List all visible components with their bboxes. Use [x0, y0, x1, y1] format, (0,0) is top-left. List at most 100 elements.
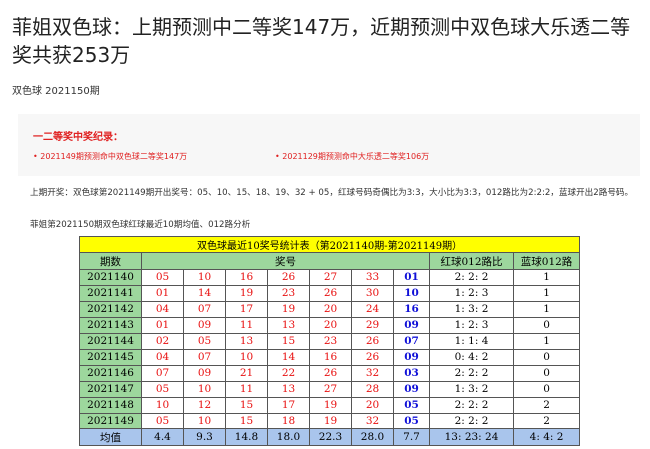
period-cell: 2021149 [79, 412, 142, 430]
red-ball-cell: 05 [183, 332, 226, 350]
red-ball-cell: 11 [225, 316, 268, 334]
blue-ball-cell: 05 [393, 412, 430, 430]
red-ball-cell: 14 [267, 348, 310, 366]
red-ball-cell: 10 [141, 396, 184, 414]
red-ratio-cell: 0: 4: 2 [429, 348, 514, 366]
red-ratio-cell: 1: 3: 2 [429, 380, 514, 398]
red-ball-cell: 20 [309, 300, 352, 318]
header-blue-route: 蓝球012路 [512, 252, 581, 270]
red-ball-cell: 13 [225, 332, 268, 350]
average-red-cell: 18.0 [267, 428, 310, 446]
red-ball-cell: 28 [351, 380, 394, 398]
red-ball-cell: 01 [141, 316, 184, 334]
red-ball-cell: 22 [267, 364, 310, 382]
article-subtitle: 双色球 2021150期 [12, 86, 100, 97]
blue-route-cell: 2 [512, 412, 581, 430]
red-ratio-cell: 1: 2: 3 [429, 284, 514, 302]
winning-record-item[interactable]: • 2021149期预测命中双色球二等奖147万 [33, 151, 187, 162]
red-ball-cell: 04 [141, 348, 184, 366]
red-ball-cell: 09 [183, 316, 226, 334]
period-cell: 2021147 [79, 380, 142, 398]
red-ball-cell: 26 [267, 268, 310, 286]
period-cell: 2021148 [79, 396, 142, 414]
red-ball-cell: 02 [141, 332, 184, 350]
winning-record-item[interactable]: • 2021129期预测命中大乐透二等奖106万 [275, 151, 429, 162]
red-ball-cell: 11 [225, 380, 268, 398]
red-ratio-cell: 2: 2: 2 [429, 268, 514, 286]
red-ratio-cell: 1: 3: 2 [429, 300, 514, 318]
table-row: 2021148 10 12 15 17 19 20 05 2: 2: 22 [79, 396, 581, 414]
red-ball-cell: 19 [309, 396, 352, 414]
table-row: 2021144 02 05 13 15 23 26 07 1: 1: 41 [79, 332, 581, 350]
red-ball-cell: 10 [183, 412, 226, 430]
blue-ball-cell: 07 [393, 332, 430, 350]
red-ball-cell: 32 [351, 412, 394, 430]
average-ratio-cell: 13: 23: 24 [429, 428, 514, 446]
red-ball-cell: 10 [183, 380, 226, 398]
blue-route-cell: 1 [512, 332, 581, 350]
red-ball-cell: 07 [183, 348, 226, 366]
blue-ball-cell: 16 [393, 300, 430, 318]
period-cell: 2021144 [79, 332, 142, 350]
blue-route-cell: 2 [512, 396, 581, 414]
average-red-cell: 14.8 [225, 428, 268, 446]
blue-route-cell: 0 [512, 380, 581, 398]
average-red-cell: 4.4 [141, 428, 184, 446]
red-ball-cell: 16 [225, 268, 268, 286]
red-ball-cell: 26 [309, 364, 352, 382]
article-title: 菲姐双色球：上期预测中二等奖147万，近期预测中双色球大乐透二等奖共获253万 [12, 15, 631, 67]
red-ratio-cell: 1: 1: 4 [429, 332, 514, 350]
red-ball-cell: 18 [267, 412, 310, 430]
red-ball-cell: 26 [351, 348, 394, 366]
red-ball-cell: 33 [351, 268, 394, 286]
red-ball-cell: 05 [141, 380, 184, 398]
red-ball-cell: 10 [183, 268, 226, 286]
table-row: 2021141 01 14 19 23 26 30 10 1: 2: 31 [79, 284, 581, 302]
red-ratio-cell: 2: 2: 2 [429, 396, 514, 414]
blue-ball-cell: 09 [393, 380, 430, 398]
red-ball-cell: 20 [351, 396, 394, 414]
red-ball-cell: 26 [351, 332, 394, 350]
red-ball-cell: 15 [225, 412, 268, 430]
average-red-cell: 9.3 [183, 428, 226, 446]
red-ball-cell: 07 [141, 364, 184, 382]
analysis-intro-paragraph: 菲姐第2021150期双色球红球最近10期均值、012路分析 [30, 220, 251, 230]
average-blue-cell: 7.7 [393, 428, 430, 446]
table-row: 2021140 05 10 16 26 27 33 01 2: 2: 21 [79, 268, 581, 286]
red-ratio-cell: 2: 2: 2 [429, 412, 514, 430]
period-cell: 2021140 [79, 268, 142, 286]
blue-ball-cell: 09 [393, 316, 430, 334]
red-ball-cell: 04 [141, 300, 184, 318]
red-ball-cell: 24 [351, 300, 394, 318]
table-row: 2021147 05 10 11 13 27 28 09 1: 3: 20 [79, 380, 581, 398]
red-ball-cell: 30 [351, 284, 394, 302]
table-row: 2021142 04 07 17 19 20 24 16 1: 3: 21 [79, 300, 581, 318]
table-row: 2021143 01 09 11 13 20 29 09 1: 2: 30 [79, 316, 581, 334]
header-period: 期数 [79, 252, 142, 270]
blue-ball-cell: 05 [393, 396, 430, 414]
average-red-cell: 28.0 [351, 428, 394, 446]
red-ball-cell: 05 [141, 412, 184, 430]
average-red-cell: 22.3 [309, 428, 352, 446]
red-ball-cell: 32 [351, 364, 394, 382]
average-label: 均值 [79, 428, 142, 446]
last-draw-paragraph: 上期开奖：双色球第2021149期开出奖号：05、10、15、18、19、32 … [30, 188, 634, 198]
period-cell: 2021141 [79, 284, 142, 302]
blue-route-cell: 0 [512, 348, 581, 366]
red-ball-cell: 20 [309, 316, 352, 334]
red-ball-cell: 13 [267, 380, 310, 398]
red-ball-cell: 01 [141, 284, 184, 302]
blue-ball-cell: 03 [393, 364, 430, 382]
red-ball-cell: 07 [183, 300, 226, 318]
table-row: 2021146 07 09 21 22 26 32 03 2: 2: 20 [79, 364, 581, 382]
average-blue-route-cell: 4: 4: 2 [512, 428, 581, 446]
red-ball-cell: 09 [183, 364, 226, 382]
red-ball-cell: 19 [225, 284, 268, 302]
red-ball-cell: 19 [267, 300, 310, 318]
average-row: 均值 4.4 9.3 14.8 18.0 22.3 28.0 7.7 13: 23: 24 4: … [79, 428, 581, 446]
red-ball-cell: 15 [225, 396, 268, 414]
red-ball-cell: 14 [183, 284, 226, 302]
red-ball-cell: 13 [267, 316, 310, 334]
red-ball-cell: 12 [183, 396, 226, 414]
table-row: 2021149 05 10 15 18 19 32 05 2: 2: 22 [79, 412, 581, 430]
